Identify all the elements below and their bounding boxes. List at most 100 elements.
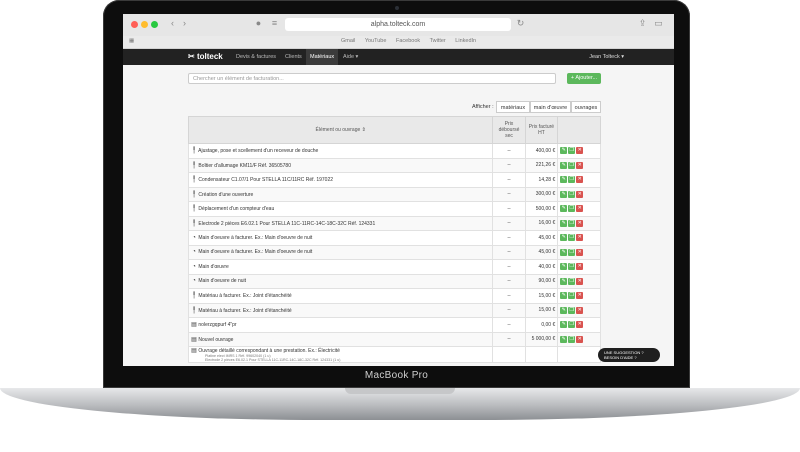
- close-window-button[interactable]: [131, 21, 138, 28]
- edit-icon[interactable]: ✎: [560, 277, 568, 285]
- copy-icon[interactable]: ❐: [568, 292, 576, 300]
- delete-icon[interactable]: ✕: [576, 263, 584, 271]
- table-row[interactable]: ▤ nolerzgqpurf 4"pr -- 0,00 € ✎ ❐ ✕: [187, 317, 601, 333]
- tab-materiaux[interactable]: matériaux: [496, 101, 530, 113]
- address-bar[interactable]: alpha.tolteck.com: [285, 18, 511, 31]
- col-element-header[interactable]: Élément ou ouvrage ⇕: [187, 116, 494, 144]
- delete-icon[interactable]: ✕: [576, 147, 584, 155]
- table-row[interactable]: ╿ Matériau à facturer. Ex.: Joint d'étan…: [187, 302, 601, 318]
- copy-icon[interactable]: ❐: [568, 147, 576, 155]
- cell-prix: 400,00 €: [524, 143, 559, 159]
- sidebar-icon[interactable]: ▦: [129, 38, 134, 44]
- col-debourse-header[interactable]: Prix déboursé sec: [492, 116, 526, 144]
- copy-icon[interactable]: ❐: [568, 161, 576, 169]
- row-label: Main d'œuvre: [198, 263, 229, 270]
- col-facture-header[interactable]: Prix facturé HT: [524, 116, 559, 144]
- wrench-icon: ╿: [192, 220, 196, 227]
- table-row[interactable]: ▤ Ouvrage détaillé correspondant à une p…: [187, 346, 601, 363]
- table-row[interactable]: ╿ Déplacement d'un compteur d'eau -- 500,0…: [187, 201, 601, 217]
- chat-widget[interactable]: UNE SUGGESTION ? BESOIN D'AIDE ?: [598, 348, 660, 362]
- table-row[interactable]: ╿ Boîtier d'allumage KM11/F Réf. 3650578…: [187, 157, 601, 173]
- wrench-icon: ╿: [192, 148, 196, 155]
- table-row[interactable]: ▤ Nouvel ouvrage -- 5 000,00 € ✎ ❐ ✕: [187, 331, 601, 347]
- bookmark-facebook[interactable]: Facebook: [396, 38, 420, 44]
- edit-icon[interactable]: ✎: [560, 321, 568, 329]
- edit-icon[interactable]: ✎: [560, 205, 568, 213]
- delete-icon[interactable]: ✕: [576, 176, 584, 184]
- delete-icon[interactable]: ✕: [576, 234, 584, 242]
- app-logo[interactable]: ✂ tolteck: [188, 52, 223, 61]
- copy-icon[interactable]: ❐: [568, 190, 576, 198]
- table-row[interactable]: ◔ Main d'œuvre -- 40,00 € ✎ ❐ ✕: [187, 259, 601, 275]
- copy-icon[interactable]: ❐: [568, 277, 576, 285]
- tabs-icon[interactable]: ▭: [653, 18, 664, 29]
- row-label: Main d'oeuvre de nuit: [198, 278, 247, 285]
- copy-icon[interactable]: ❐: [568, 306, 576, 314]
- edit-icon[interactable]: ✎: [560, 292, 568, 300]
- row-label: Condensateur C1.07/1 Pour STELLA 11C/11R…: [198, 177, 334, 184]
- delete-icon[interactable]: ✕: [576, 306, 584, 314]
- edit-icon[interactable]: ✎: [560, 190, 568, 198]
- edit-icon[interactable]: ✎: [560, 335, 568, 343]
- tab-ouvrages[interactable]: ouvrages: [571, 101, 601, 113]
- edit-icon[interactable]: ✎: [560, 176, 568, 184]
- delete-icon[interactable]: ✕: [576, 248, 584, 256]
- bookmark-linkedin[interactable]: LinkedIn: [455, 38, 476, 44]
- nav-aide[interactable]: Aide ▾: [339, 49, 362, 65]
- copy-icon[interactable]: ❐: [568, 321, 576, 329]
- edit-icon[interactable]: ✎: [560, 219, 568, 227]
- clock-icon: ◔: [192, 234, 196, 241]
- table-row[interactable]: ◔ Main d'oeuvre de nuit -- 90,00 € ✎ ❐ ✕: [187, 273, 601, 289]
- copy-icon[interactable]: ❐: [568, 176, 576, 184]
- edit-icon[interactable]: ✎: [560, 147, 568, 155]
- minimize-window-button[interactable]: [141, 21, 148, 28]
- table-row[interactable]: ╿ Création d'une ouverture -- 300,00 € ✎ ❐ ✕: [187, 186, 601, 202]
- bookmark-twitter[interactable]: Twitter: [430, 38, 446, 44]
- delete-icon[interactable]: ✕: [576, 219, 584, 227]
- back-icon[interactable]: ‹: [167, 18, 178, 29]
- delete-icon[interactable]: ✕: [576, 161, 584, 169]
- tab-main-oeuvre[interactable]: main d'œuvre: [530, 101, 571, 113]
- delete-icon[interactable]: ✕: [576, 321, 584, 329]
- add-button[interactable]: + Ajouter...: [567, 73, 601, 84]
- edit-icon[interactable]: ✎: [560, 248, 568, 256]
- edit-icon[interactable]: ✎: [560, 263, 568, 271]
- copy-icon[interactable]: ❐: [568, 234, 576, 242]
- nav-clients[interactable]: Clients: [281, 49, 306, 65]
- cell-debourse: --: [492, 172, 526, 188]
- delete-icon[interactable]: ✕: [576, 277, 584, 285]
- table-row[interactable]: ╿ Condensateur C1.07/1 Pour STELLA 11C/1…: [187, 172, 601, 188]
- cell-debourse: --: [492, 244, 526, 260]
- extension-icon[interactable]: ●: [253, 18, 264, 29]
- edit-icon[interactable]: ✎: [560, 161, 568, 169]
- edit-icon[interactable]: ✎: [560, 306, 568, 314]
- edit-icon[interactable]: ✎: [560, 234, 568, 242]
- bookmark-youtube[interactable]: YouTube: [365, 38, 387, 44]
- maximize-window-button[interactable]: [151, 21, 158, 28]
- copy-icon[interactable]: ❐: [568, 335, 576, 343]
- bookmark-gmail[interactable]: Gmail: [341, 38, 355, 44]
- table-row[interactable]: ╿ Ajustage, pose et scellement d'un rece…: [187, 143, 601, 159]
- nav-materiaux[interactable]: Matériaux: [306, 49, 339, 65]
- delete-icon[interactable]: ✕: [576, 190, 584, 198]
- copy-icon[interactable]: ❐: [568, 219, 576, 227]
- copy-icon[interactable]: ❐: [568, 248, 576, 256]
- copy-icon[interactable]: ❐: [568, 205, 576, 213]
- cell-element: ╿ Ajustage, pose et scellement d'un rece…: [187, 143, 494, 159]
- nav-devis-factures[interactable]: Devis & factures: [232, 49, 280, 65]
- copy-icon[interactable]: ❐: [568, 263, 576, 271]
- reload-icon[interactable]: ↻: [515, 18, 526, 29]
- user-menu[interactable]: Jean Tolteck ▾: [589, 49, 624, 65]
- search-input[interactable]: Chercher un élément de facturation...: [188, 73, 556, 84]
- delete-icon[interactable]: ✕: [576, 292, 584, 300]
- table-row[interactable]: ╿ Matériau à facturer. Ex.: Joint d'étan…: [187, 288, 601, 304]
- delete-icon[interactable]: ✕: [576, 205, 584, 213]
- table-row[interactable]: ◔ Main d'oeuvre à facturer. Ex.: Main d'…: [187, 244, 601, 260]
- delete-icon[interactable]: ✕: [576, 335, 584, 343]
- reader-icon[interactable]: ≡: [269, 18, 280, 29]
- table-row[interactable]: ◔ Main d'oeuvre à facturer. Ex.: Main d'…: [187, 230, 601, 246]
- cell-debourse: --: [492, 273, 526, 289]
- share-icon[interactable]: ⇪: [637, 18, 648, 29]
- forward-icon[interactable]: ›: [179, 18, 190, 29]
- table-row[interactable]: ╿ Electrode 2 pièces E6.02.1 Pour STELLA…: [187, 215, 601, 231]
